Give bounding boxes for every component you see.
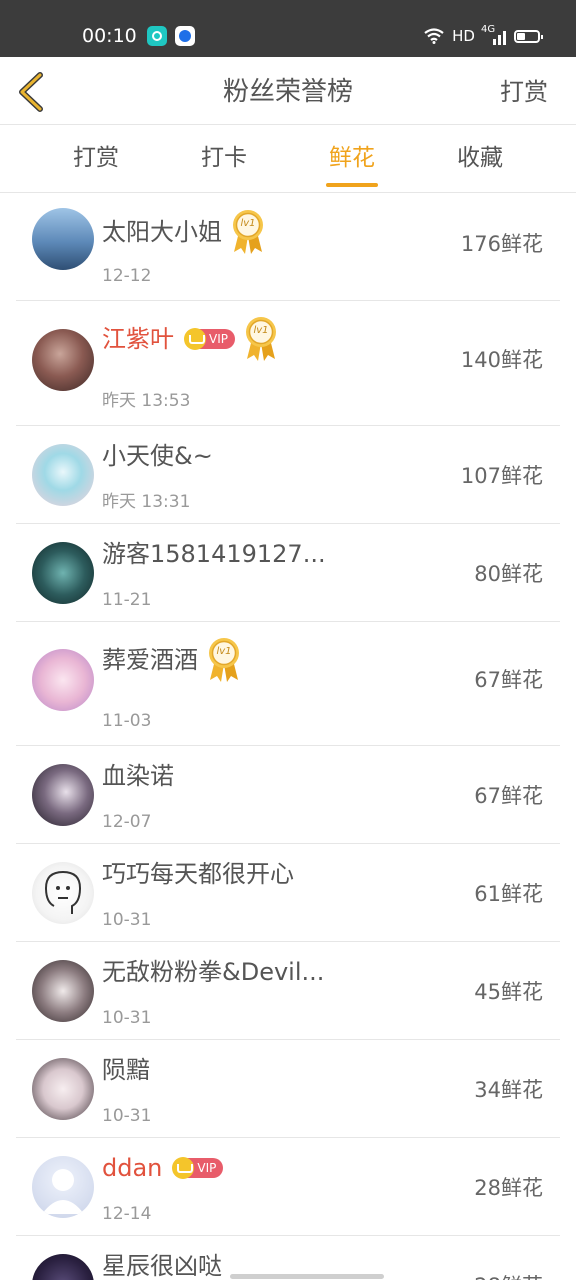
fan-row[interactable]: 游客1581419127... 11-21 80鲜花 — [0, 524, 576, 622]
fan-row[interactable]: 无敌粉粉拳&Devil... 10-31 45鲜花 — [0, 942, 576, 1040]
avatar[interactable] — [32, 328, 94, 391]
fan-name-line: 游客1581419127... — [102, 538, 326, 570]
tab-bar: 打赏 打卡 鲜花 收藏 — [0, 126, 576, 193]
tab-favorites[interactable]: 收藏 — [420, 142, 540, 174]
app-notification-icon — [147, 26, 167, 46]
medal-icon: lv1 — [206, 636, 242, 684]
fan-row[interactable]: 血染诺 12-07 67鲜花 — [0, 746, 576, 844]
reward-button[interactable]: 打赏 — [500, 75, 548, 109]
fan-row[interactable]: 陨黯 10-31 34鲜花 — [0, 1040, 576, 1138]
fan-date: 12-07 — [102, 812, 152, 832]
fan-row[interactable]: 江紫叶 VIP lv1 昨天 13:53 140鲜花 — [0, 301, 576, 426]
flower-count: 67鲜花 — [474, 668, 543, 692]
crown-icon — [184, 328, 206, 350]
fan-name[interactable]: 陨黯 — [102, 1054, 150, 1086]
fan-name[interactable]: 血染诺 — [102, 760, 174, 792]
fan-name-line: 无敌粉粉拳&Devil... — [102, 956, 324, 988]
crown-icon — [172, 1157, 195, 1179]
avatar[interactable] — [32, 208, 94, 270]
network-type: HD — [452, 27, 475, 45]
fan-name[interactable]: 巧巧每天都很开心 — [102, 858, 294, 890]
fan-name-line: 血染诺 — [102, 760, 174, 792]
fan-name-line: 江紫叶 VIP lv1 — [102, 315, 279, 363]
fan-row[interactable]: 葬爱酒酒 lv1 11-03 67鲜花 — [0, 622, 576, 746]
fan-name[interactable]: 葬爱酒酒 — [102, 644, 198, 676]
medal-label: lv1 — [240, 218, 256, 229]
avatar[interactable] — [32, 444, 94, 506]
medal-icon: lv1 — [243, 315, 279, 363]
status-bar: 00:10 HD 4G — [0, 0, 576, 57]
wifi-icon — [424, 28, 444, 44]
fan-name-line: 星辰很凶哒 — [102, 1250, 222, 1280]
page-title: 粉丝荣誉榜 — [222, 77, 353, 107]
signal-icon: 4G — [481, 25, 506, 45]
flower-count: 28鲜花 — [474, 1272, 543, 1280]
avatar[interactable] — [32, 960, 94, 1022]
tab-checkin[interactable]: 打卡 — [164, 142, 284, 174]
fan-name[interactable]: 无敌粉粉拳&Devil... — [102, 956, 324, 988]
flower-count: 80鲜花 — [474, 562, 543, 586]
flower-count: 45鲜花 — [474, 980, 543, 1004]
vip-badge: VIP — [172, 1157, 224, 1179]
fan-date: 10-31 — [102, 1008, 152, 1028]
fan-name-line: 陨黯 — [102, 1054, 150, 1086]
status-indicators: HD 4G — [424, 25, 543, 47]
avatar[interactable] — [32, 649, 94, 711]
fan-name-line: 葬爱酒酒 lv1 — [102, 636, 242, 684]
flower-count: 61鲜花 — [474, 882, 543, 906]
flower-count: 67鲜花 — [474, 784, 543, 808]
medal-label: lv1 — [253, 325, 269, 336]
fan-name-line: 巧巧每天都很开心 — [102, 858, 294, 890]
flower-count: 107鲜花 — [460, 464, 543, 488]
fan-date: 昨天 13:31 — [102, 492, 191, 512]
vip-label: VIP — [209, 332, 228, 346]
avatar[interactable] — [32, 764, 94, 826]
active-tab-indicator — [326, 183, 378, 187]
fan-name[interactable]: 游客1581419127... — [102, 538, 326, 570]
battery-icon — [514, 29, 543, 43]
navigation-bar: 粉丝荣誉榜 打赏 — [0, 57, 576, 125]
fan-date: 12-14 — [102, 1204, 152, 1224]
home-indicator[interactable] — [230, 1274, 384, 1279]
status-time: 00:10 — [82, 25, 137, 47]
vip-label: VIP — [197, 1161, 217, 1175]
fan-date: 昨天 13:53 — [102, 391, 191, 411]
fan-name-line: ddan VIP — [102, 1152, 224, 1184]
avatar[interactable] — [32, 542, 94, 604]
app-notification-icon-2 — [175, 26, 195, 46]
fan-row[interactable]: 太阳大小姐 lv1 12-12 176鲜花 — [0, 194, 576, 301]
flower-count: 34鲜花 — [474, 1078, 543, 1102]
avatar[interactable] — [32, 1058, 94, 1120]
fan-name[interactable]: ddan — [102, 1152, 162, 1184]
avatar[interactable] — [32, 862, 94, 924]
fan-name[interactable]: 星辰很凶哒 — [102, 1250, 222, 1280]
tab-flowers[interactable]: 鲜花 — [292, 142, 412, 174]
medal-label: lv1 — [216, 646, 232, 657]
fan-name-line: 小天使&~ — [102, 440, 213, 472]
vip-badge: VIP — [184, 328, 235, 350]
fan-name[interactable]: 小天使&~ — [102, 440, 213, 472]
fan-row[interactable]: 巧巧每天都很开心 10-31 61鲜花 — [0, 844, 576, 942]
avatar[interactable] — [32, 1156, 94, 1218]
fan-row[interactable]: ddan VIP 12-14 28鲜花 — [0, 1138, 576, 1236]
fan-date: 11-03 — [102, 711, 152, 731]
flower-count: 140鲜花 — [460, 347, 543, 372]
fan-row[interactable]: 小天使&~ 昨天 13:31 107鲜花 — [0, 426, 576, 524]
fan-name[interactable]: 太阳大小姐 — [102, 216, 222, 248]
fan-name-line: 太阳大小姐 lv1 — [102, 208, 266, 256]
fan-name[interactable]: 江紫叶 — [102, 323, 174, 355]
flower-count: 176鲜花 — [460, 231, 543, 256]
medal-icon: lv1 — [230, 208, 266, 256]
fan-date: 12-12 — [102, 266, 152, 286]
flower-count: 28鲜花 — [474, 1176, 543, 1200]
fan-date: 10-31 — [102, 1106, 152, 1126]
tab-reward[interactable]: 打赏 — [36, 142, 156, 174]
avatar[interactable] — [32, 1254, 94, 1280]
fan-date: 11-21 — [102, 590, 152, 610]
fan-date: 10-31 — [102, 910, 152, 930]
